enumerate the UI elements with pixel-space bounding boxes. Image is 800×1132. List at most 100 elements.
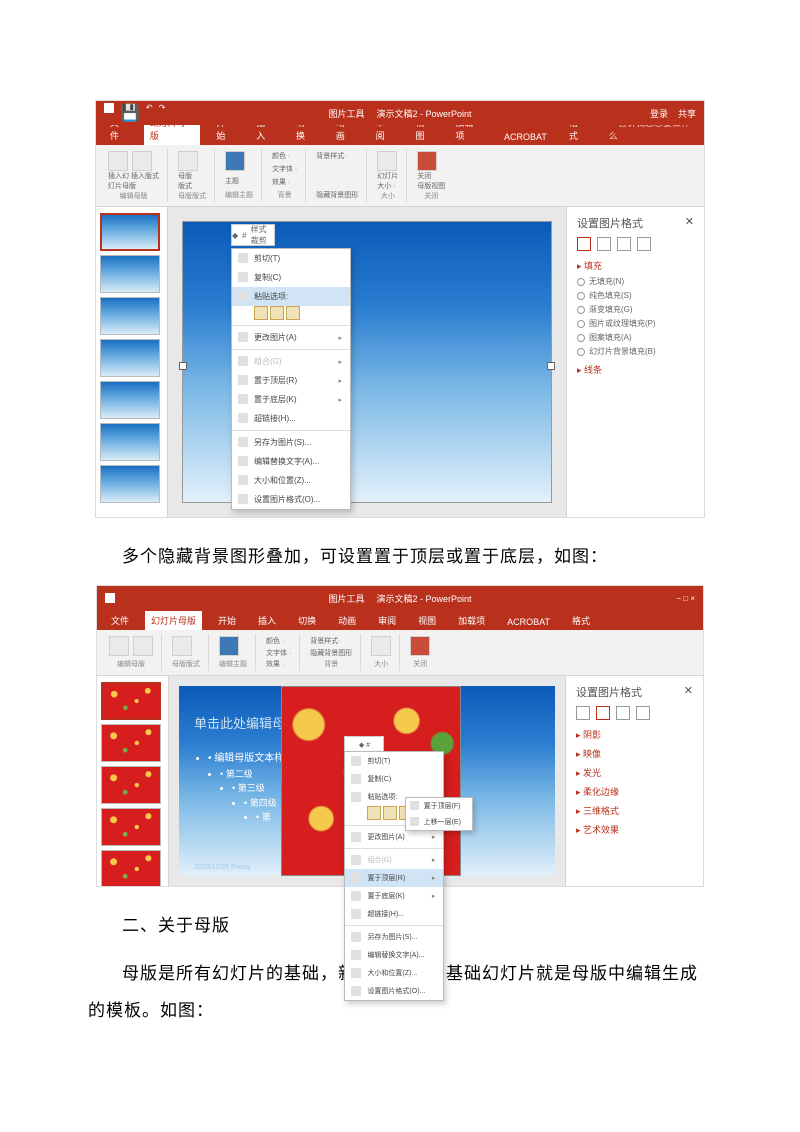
ctx-change-picture[interactable]: 更改图片(A) bbox=[345, 828, 443, 846]
slide-thumb[interactable] bbox=[101, 724, 161, 762]
format-picture-panel: 设置图片格式✕ ▸ 阴影 ▸ 映像 ▸ 发光 ▸ 柔化边缘 ▸ 三维格式 ▸ 艺… bbox=[565, 676, 703, 886]
ribbon-group-edit-master: 插入幻 插入版式 灯片母版 编辑母版 bbox=[100, 149, 168, 202]
share-button[interactable]: 共享 bbox=[678, 107, 696, 120]
opt-slide-bg-fill[interactable]: 幻灯片背景填充(B) bbox=[577, 346, 694, 357]
ctx-format-pic[interactable]: 设置图片格式(O)... bbox=[345, 982, 443, 1000]
opt-solid-fill[interactable]: 纯色填充(S) bbox=[577, 290, 694, 301]
ctx-save-as-pic[interactable]: 另存为图片(S)... bbox=[232, 433, 350, 452]
ctx-size-pos[interactable]: 大小和位置(Z)... bbox=[232, 471, 350, 490]
opt-gradient-fill[interactable]: 渐变填充(G) bbox=[577, 304, 694, 315]
sec-shadow[interactable]: ▸ 阴影 bbox=[576, 728, 693, 741]
tab-file[interactable]: 文件 bbox=[105, 611, 135, 630]
tab-acrobat[interactable]: ACROBAT bbox=[501, 614, 556, 630]
mini-toolbar[interactable]: ◆#样式 裁剪 bbox=[231, 224, 275, 246]
ctx-hyperlink[interactable]: 超链接(H)... bbox=[232, 409, 350, 428]
paste-icon[interactable] bbox=[286, 306, 300, 320]
tab-addin[interactable]: 加载项 bbox=[452, 611, 491, 630]
ctx-change-picture[interactable]: 更改图片(A) bbox=[232, 328, 350, 347]
sub-bring-to-front[interactable]: 置于顶层(F) bbox=[406, 798, 472, 814]
tab-start[interactable]: 开始 bbox=[212, 611, 242, 630]
close-icon[interactable]: ✕ bbox=[684, 684, 693, 700]
size-icon[interactable] bbox=[616, 706, 630, 720]
ctx-group[interactable]: 组合(G) bbox=[345, 851, 443, 869]
slide-thumb[interactable] bbox=[100, 297, 160, 335]
ctx-size-pos[interactable]: 大小和位置(Z)... bbox=[345, 964, 443, 982]
sec-reflection[interactable]: ▸ 映像 bbox=[576, 747, 693, 760]
sec-soft-edges[interactable]: ▸ 柔化边缘 bbox=[576, 785, 693, 798]
ctx-alt-text[interactable]: 编辑替换文字(A)... bbox=[232, 452, 350, 471]
ctx-send-back[interactable]: 置于底层(K) bbox=[345, 887, 443, 905]
tab-review[interactable]: 审阅 bbox=[372, 611, 402, 630]
ctx-format-pic[interactable]: 设置图片格式(O)... bbox=[232, 490, 350, 509]
ribbon-tabs: 文件 幻灯片母版 开始 插入 切换 动画 审阅 视图 加载项 ACROBAT 格… bbox=[97, 610, 703, 630]
ribbon-group: 背景样式·隐藏背景图形背景 bbox=[302, 634, 361, 671]
slide-canvas[interactable]: 单击此处编辑母版标题样式 • 编辑母版文本样式 • 第二级 • 第三级 • 第四… bbox=[169, 676, 565, 886]
fill-icon[interactable] bbox=[577, 237, 591, 251]
tab-insert[interactable]: 插入 bbox=[252, 611, 282, 630]
paste-icon[interactable] bbox=[270, 306, 284, 320]
body-paragraph-1: 多个隐藏背景图形叠加，可设置置于顶层或置于底层，如图： bbox=[88, 538, 712, 575]
ctx-copy[interactable]: 复制(C) bbox=[345, 770, 443, 788]
ribbon-group-close: 关闭 母版视图 关闭 bbox=[409, 149, 453, 202]
ctx-send-back[interactable]: 置于底层(K) bbox=[232, 390, 350, 409]
close-icon[interactable]: ✕ bbox=[685, 215, 694, 231]
master-body-placeholder[interactable]: • 编辑母版文本样式 • 第二级 • 第三级 • 第四级 • 第 bbox=[194, 751, 294, 825]
slide-thumb[interactable] bbox=[101, 682, 161, 720]
sec-3d[interactable]: ▸ 三维格式 bbox=[576, 804, 693, 817]
bring-front-submenu: 置于顶层(F) 上移一层(E) bbox=[405, 797, 473, 831]
slide-thumb[interactable] bbox=[101, 808, 161, 846]
opt-pattern-fill[interactable]: 图案填充(A) bbox=[577, 332, 694, 343]
thumbnail-panel[interactable] bbox=[96, 207, 168, 517]
fill-section[interactable]: ▸ 填充 bbox=[577, 259, 694, 272]
paste-icon[interactable] bbox=[254, 306, 268, 320]
ctx-cut[interactable]: 剪切(T) bbox=[345, 752, 443, 770]
effects-icon[interactable] bbox=[597, 237, 611, 251]
tab-animation[interactable]: 动画 bbox=[332, 611, 362, 630]
slide-thumb[interactable] bbox=[100, 339, 160, 377]
ctx-copy[interactable]: 复制(C) bbox=[232, 268, 350, 287]
slide-thumb[interactable] bbox=[100, 465, 160, 503]
line-section[interactable]: ▸ 线条 bbox=[577, 363, 694, 376]
picture-icon[interactable] bbox=[637, 237, 651, 251]
doc-title: 演示文稿2 - PowerPoint bbox=[376, 107, 471, 120]
sub-bring-forward[interactable]: 上移一层(E) bbox=[406, 814, 472, 830]
sec-artistic[interactable]: ▸ 艺术效果 bbox=[576, 823, 693, 836]
thumbnail-panel[interactable] bbox=[97, 676, 169, 886]
opt-no-fill[interactable]: 无填充(N) bbox=[577, 276, 694, 287]
slide-thumb[interactable] bbox=[100, 255, 160, 293]
tab-view[interactable]: 视图 bbox=[412, 611, 442, 630]
ctx-cut[interactable]: 剪切(T) bbox=[232, 249, 350, 268]
slide-thumb[interactable] bbox=[100, 213, 160, 251]
main-area: ◆#样式 裁剪 剪切(T) 复制(C) 粘贴选项: 更改图片(A) bbox=[96, 207, 704, 517]
slide-thumb[interactable] bbox=[100, 423, 160, 461]
document-page: 💾 ↶ ↷ 图片工具 演示文稿2 - PowerPoint 登录 共享 文件 幻… bbox=[0, 0, 800, 1080]
opt-picture-fill[interactable]: 图片或纹理填充(P) bbox=[577, 318, 694, 329]
context-menu-2: 剪切(T) 复制(C) 粘贴选项: 更改图片(A) 组合(G) 置于顶层(R) … bbox=[344, 751, 444, 1001]
tab-slide-master[interactable]: 幻灯片母版 bbox=[145, 611, 202, 630]
tab-transition[interactable]: 切换 bbox=[292, 611, 322, 630]
login-button[interactable]: 登录 bbox=[650, 107, 668, 120]
ctx-group[interactable]: 组合(G) bbox=[232, 352, 350, 371]
slide-image[interactable]: ◆#样式 裁剪 剪切(T) 复制(C) 粘贴选项: 更改图片(A) bbox=[182, 221, 552, 503]
ctx-hyperlink[interactable]: 超链接(H)... bbox=[345, 905, 443, 923]
ctx-bring-front[interactable]: 置于顶层(R) bbox=[345, 869, 443, 887]
ctx-paste-options[interactable]: 粘贴选项: bbox=[232, 287, 350, 306]
ctx-save-as-pic[interactable]: 另存为图片(S)... bbox=[345, 928, 443, 946]
slide-canvas[interactable]: ◆#样式 裁剪 剪切(T) 复制(C) 粘贴选项: 更改图片(A) bbox=[168, 207, 566, 517]
picture-icon[interactable] bbox=[636, 706, 650, 720]
effects-icon[interactable] bbox=[596, 706, 610, 720]
slide-thumb[interactable] bbox=[101, 766, 161, 804]
tab-acrobat[interactable]: ACROBAT bbox=[498, 129, 553, 145]
tool-context: 图片工具 bbox=[328, 107, 364, 120]
sec-glow[interactable]: ▸ 发光 bbox=[576, 766, 693, 779]
fill-icon[interactable] bbox=[576, 706, 590, 720]
size-icon[interactable] bbox=[617, 237, 631, 251]
ctx-bring-front[interactable]: 置于顶层(R) bbox=[232, 371, 350, 390]
ribbon: 编辑母版 母版版式 编辑主题 颜色 ·文字体 ·效果 · 背景样式·隐藏背景图形… bbox=[97, 630, 703, 676]
slide-thumb[interactable] bbox=[100, 381, 160, 419]
ppt-icon bbox=[105, 593, 115, 603]
slide-thumb[interactable] bbox=[101, 850, 161, 886]
panel-tabs bbox=[577, 237, 694, 251]
tab-format[interactable]: 格式 bbox=[566, 611, 596, 630]
ctx-alt-text[interactable]: 编辑替换文字(A)... bbox=[345, 946, 443, 964]
